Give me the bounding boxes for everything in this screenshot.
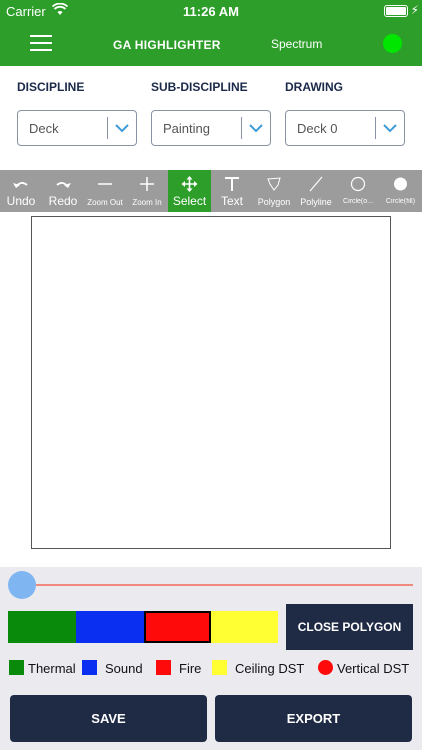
swatch-blue[interactable] xyxy=(76,611,144,643)
chevron-down-icon xyxy=(249,124,263,133)
tool-select[interactable]: Select xyxy=(168,170,211,212)
tool-polygon[interactable]: Polygon xyxy=(253,170,295,212)
tool-polyline[interactable]: Polyline xyxy=(295,170,337,212)
tool-zoom-out[interactable]: Zoom Out xyxy=(84,170,126,212)
drawing-value: Deck 0 xyxy=(297,121,338,136)
tool-undo[interactable]: Undo xyxy=(0,170,42,212)
drawing-dropdown[interactable]: Deck 0 xyxy=(285,110,405,146)
legend-swatch xyxy=(82,660,97,675)
chevron-down-icon xyxy=(383,124,397,133)
spectrum-label[interactable]: Spectrum xyxy=(271,37,322,51)
polygon-icon xyxy=(267,177,281,191)
swatch-yellow[interactable] xyxy=(211,611,278,643)
text-icon xyxy=(225,177,239,191)
export-button[interactable]: EXPORT xyxy=(215,695,412,742)
tool-circle-fill[interactable]: Circle(fill) xyxy=(379,170,422,212)
sub-discipline-label: SUB-DISCIPLINE xyxy=(151,80,248,94)
stroke-slider-track[interactable] xyxy=(22,584,413,586)
swatch-red[interactable] xyxy=(144,611,211,643)
tool-redo[interactable]: Redo xyxy=(42,170,84,212)
page-title: GA HIGHLIGHTER xyxy=(113,38,221,52)
undo-icon xyxy=(13,182,28,188)
swatch-green[interactable] xyxy=(8,611,76,643)
chevron-down-icon xyxy=(115,124,129,133)
tool-circle-outline[interactable]: Circle(o... xyxy=(337,170,379,212)
legend-dot xyxy=(318,660,333,675)
plus-icon xyxy=(140,177,154,191)
save-button[interactable]: SAVE xyxy=(10,695,207,742)
minus-icon xyxy=(98,183,112,185)
legend-swatch xyxy=(9,660,24,675)
move-icon xyxy=(181,176,198,192)
circle-fill-icon xyxy=(394,177,407,191)
status-bar: Carrier 11:26 AM ⚡ xyxy=(0,0,422,22)
menu-icon[interactable] xyxy=(30,35,52,53)
drawing-toolbar: Undo Redo Zoom Out Zoom In Select Text P… xyxy=(0,170,422,212)
stroke-slider-thumb[interactable] xyxy=(8,571,36,599)
tool-text[interactable]: Text xyxy=(211,170,253,212)
color-swatches xyxy=(8,611,278,643)
discipline-value: Deck xyxy=(29,121,59,136)
discipline-label: DISCIPLINE xyxy=(17,80,85,94)
line-icon xyxy=(309,176,323,192)
status-time: 11:26 AM xyxy=(183,4,239,19)
nav-bar: GA HIGHLIGHTER Spectrum xyxy=(0,22,422,66)
battery-icon xyxy=(384,5,408,17)
drawing-canvas[interactable] xyxy=(31,216,391,549)
redo-icon xyxy=(56,182,71,188)
discipline-dropdown[interactable]: Deck xyxy=(17,110,137,146)
circle-outline-icon xyxy=(350,176,366,192)
close-polygon-button[interactable]: CLOSE POLYGON xyxy=(286,604,413,650)
drawing-label: DRAWING xyxy=(285,80,343,94)
sub-discipline-dropdown[interactable]: Painting xyxy=(151,110,271,146)
canvas-area xyxy=(0,212,422,567)
sub-discipline-value: Painting xyxy=(163,121,210,136)
tool-zoom-in[interactable]: Zoom In xyxy=(126,170,168,212)
legend-swatch xyxy=(212,660,227,675)
charging-icon: ⚡ xyxy=(410,3,419,17)
legend-swatch xyxy=(156,660,171,675)
connection-status-dot xyxy=(383,34,402,53)
